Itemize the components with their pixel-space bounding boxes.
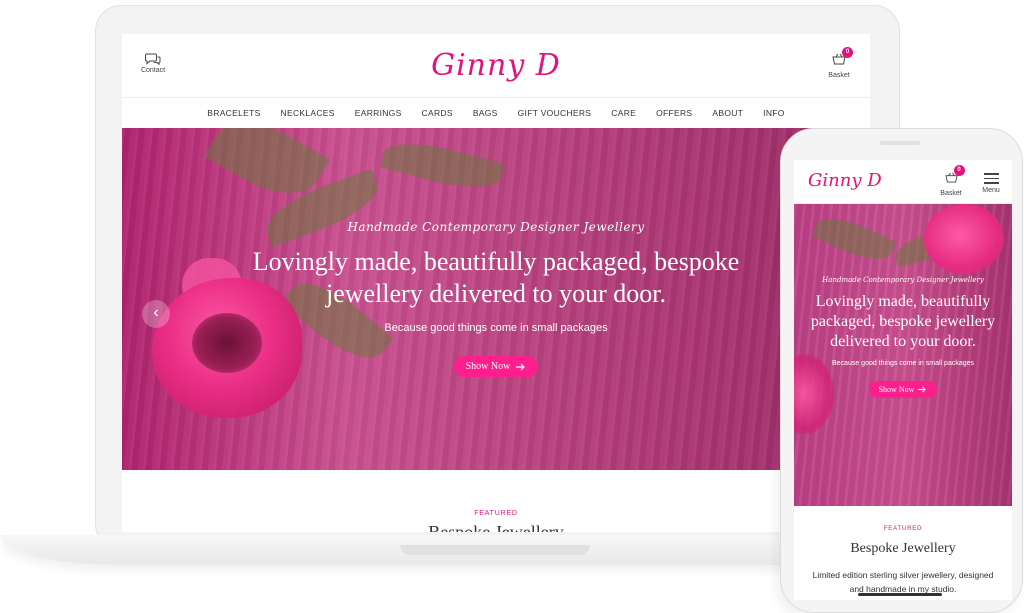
basket-label: Basket — [828, 72, 850, 79]
desktop-header: Contact Ginny D 0 Basket — [122, 34, 870, 98]
nav-bags[interactable]: BAGS — [463, 108, 508, 118]
hamburger-icon — [980, 173, 1002, 184]
mobile-shop-now-button[interactable]: Show Now — [868, 381, 938, 398]
mobile-hero-copy: Handmade Contemporary Designer Jewellery… — [794, 276, 1012, 398]
mobile-site: Ginny D 0 Basket Menu Handmade Contempor… — [794, 160, 1012, 600]
nav-earrings[interactable]: EARRINGS — [345, 108, 412, 118]
desktop-site: Contact Ginny D 0 Basket BRACELETS NECKL… — [122, 34, 870, 532]
nav-gift-vouchers[interactable]: GIFT VOUCHERS — [508, 108, 602, 118]
nav-necklaces[interactable]: NECKLACES — [271, 108, 345, 118]
mobile-header: Ginny D 0 Basket Menu — [794, 160, 1012, 204]
nav-offers[interactable]: OFFERS — [646, 108, 702, 118]
hero-banner: ‹ Handmade Contemporary Designer Jewelle… — [122, 128, 870, 470]
mobile-featured-title: Bespoke Jewellery — [850, 541, 956, 556]
mobile-featured-label: FEATURED — [883, 526, 923, 532]
basket-count-badge: 0 — [842, 47, 853, 58]
leaf-decoration — [379, 133, 505, 198]
arrow-right-icon — [918, 386, 927, 393]
mobile-hero-banner: Handmade Contemporary Designer Jewellery… — [794, 204, 1012, 506]
featured-title: Bespoke Jewellery — [428, 522, 564, 532]
nav-about[interactable]: ABOUT — [702, 108, 753, 118]
mobile-site-logo[interactable]: Ginny D — [808, 170, 882, 191]
hero-tagline: Handmade Contemporary Designer Jewellery — [347, 220, 645, 234]
hero-headline: Lovingly made, beautifully packaged, bes… — [252, 247, 740, 308]
basket-button[interactable]: 0 Basket — [826, 47, 853, 79]
menu-button[interactable]: Menu — [980, 170, 1002, 194]
nav-info[interactable]: INFO — [753, 108, 795, 118]
mobile-basket-button[interactable]: 0 Basket — [940, 165, 965, 197]
mobile-basket-count-badge: 0 — [953, 165, 965, 176]
nav-cards[interactable]: CARDS — [412, 108, 463, 118]
arrow-right-icon — [516, 363, 526, 370]
site-logo[interactable]: Ginny D — [122, 48, 870, 83]
mobile-hero-headline: Lovingly made, beautifully packaged, bes… — [810, 293, 996, 350]
nav-bracelets[interactable]: BRACELETS — [197, 108, 270, 118]
mobile-hero-tagline: Handmade Contemporary Designer Jewellery — [822, 276, 984, 284]
nav-care[interactable]: CARE — [601, 108, 646, 118]
mobile-hero-subtext: Because good things come in small packag… — [831, 360, 975, 367]
tulip-flower — [924, 204, 1004, 274]
mobile-featured-description: Limited edition sterling silver jeweller… — [812, 570, 994, 594]
featured-label: FEATURED — [474, 510, 518, 517]
hero-subtext: Because good things come in small packag… — [384, 322, 608, 334]
hero-copy: Handmade Contemporary Designer Jewellery… — [122, 220, 870, 377]
mobile-basket-label: Basket — [940, 190, 962, 197]
laptop-notch — [400, 545, 590, 555]
main-nav: BRACELETS NECKLACES EARRINGS CARDS BAGS … — [122, 98, 870, 128]
phone-home-indicator — [858, 593, 942, 596]
shop-now-button[interactable]: Show Now — [453, 356, 539, 377]
phone-speaker — [880, 141, 920, 145]
shop-now-label: Show Now — [465, 361, 511, 372]
mobile-shop-now-label: Show Now — [878, 385, 915, 394]
menu-label: Menu — [982, 186, 1000, 194]
leaf-decoration — [811, 208, 897, 270]
